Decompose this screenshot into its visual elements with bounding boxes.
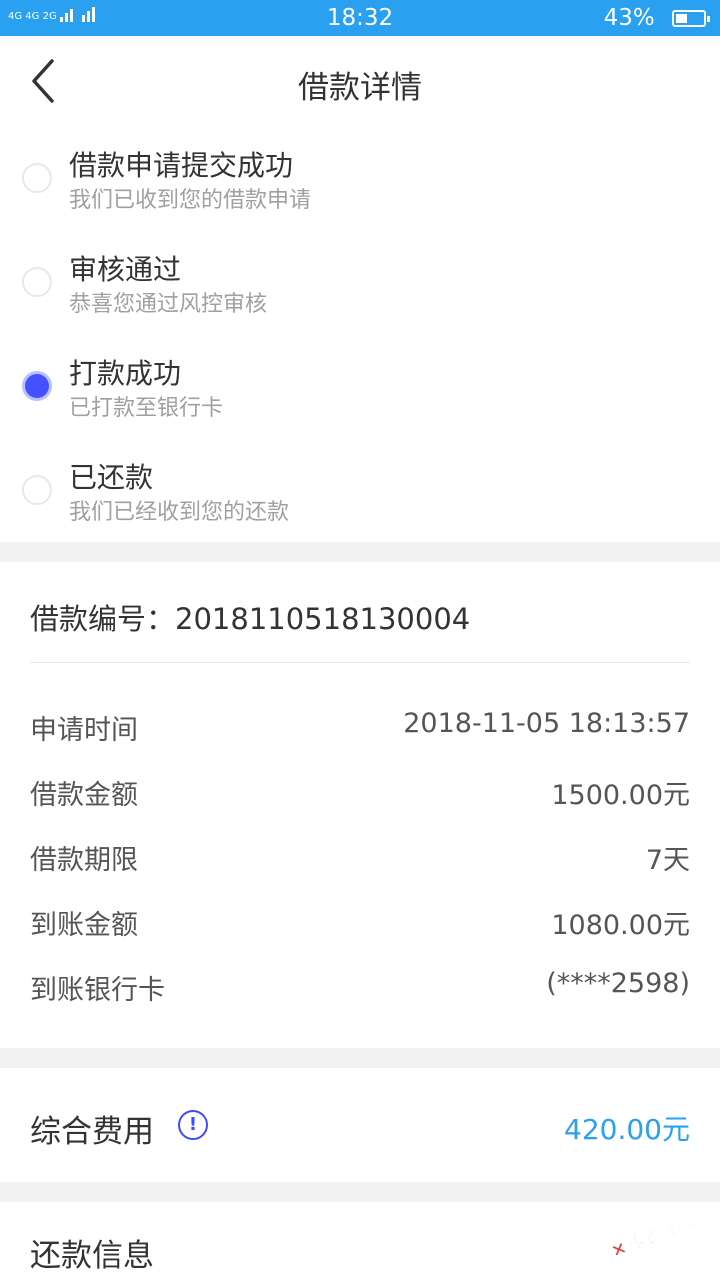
detail-label: 到账金额 [30, 910, 138, 941]
loan-number: 借款编号：2018110518130004 [30, 596, 470, 638]
battery-percent: 43% [603, 5, 655, 31]
detail-value: 1500.00元 [551, 780, 690, 811]
repayment-label: 还款信息 [30, 1238, 154, 1274]
detail-label: 到账银行卡 [30, 975, 165, 1006]
detail-row-loan-amount: 借款金额 1500.00元 [30, 773, 690, 813]
step-submitted: 借款申请提交成功 我们已收到您的借款申请 [0, 126, 720, 230]
progress-steps: 借款申请提交成功 我们已收到您的借款申请 审核通过 恭喜您通过风控审核 打款成功… [0, 126, 720, 542]
battery-indicator: 43% [603, 5, 710, 31]
detail-value: (****2598) [546, 968, 690, 999]
fees-label: 综合费用 [30, 1114, 154, 1150]
step-title: 打款成功 [69, 357, 182, 390]
detail-row-loan-term: 借款期限 7天 [30, 838, 690, 878]
step-subtitle: 恭喜您通过风控审核 [69, 292, 268, 317]
detail-value: 2018-11-05 18:13:57 [403, 708, 690, 739]
page-title: 借款详情 [298, 70, 422, 106]
step-subtitle: 已打款至银行卡 [69, 396, 224, 421]
detail-row-apply-time: 申请时间 2018-11-05 18:13:57 [30, 708, 690, 748]
fees-card[interactable]: 综合费用 ! 420.00元 [0, 1068, 720, 1182]
step-radio-icon [22, 163, 52, 193]
battery-icon [672, 10, 710, 27]
detail-label: 借款期限 [30, 845, 138, 876]
app-header: 借款详情 [0, 36, 720, 126]
step-repaid: 已还款 我们已经收到您的还款 [0, 438, 720, 542]
loan-number-value: 2018110518130004 [175, 602, 471, 636]
step-subtitle: 我们已经收到您的还款 [69, 500, 290, 525]
detail-label: 申请时间 [30, 715, 138, 746]
watermark-text: 卡农社区 [625, 1211, 696, 1256]
svg-text:✕: ✕ [609, 1239, 630, 1262]
step-title: 借款申请提交成功 [69, 149, 294, 182]
step-approved: 审核通过 恭喜您通过风控审核 [0, 230, 720, 334]
step-paid-out: 打款成功 已打款至银行卡 [0, 334, 720, 438]
detail-value: 1080.00元 [551, 910, 690, 941]
detail-label: 借款金额 [30, 780, 138, 811]
step-title: 已还款 [69, 461, 154, 494]
status-bar: 4G 4G 2G 18:32 43% [0, 0, 720, 36]
step-radio-icon [22, 267, 52, 297]
battery-level [676, 14, 687, 23]
step-radio-active-icon [22, 371, 52, 401]
divider [30, 662, 690, 663]
step-title: 审核通过 [69, 253, 182, 286]
loan-details-card: 借款编号：2018110518130004 申请时间 2018-11-05 18:… [0, 562, 720, 1048]
detail-value: 7天 [645, 845, 690, 876]
step-radio-icon [22, 475, 52, 505]
detail-row-bank-card: 到账银行卡 (****2598) [30, 968, 690, 1008]
step-subtitle: 我们已收到您的借款申请 [69, 188, 312, 213]
detail-row-received-amount: 到账金额 1080.00元 [30, 903, 690, 943]
info-icon[interactable]: ! [178, 1110, 208, 1140]
fees-value: 420.00元 [564, 1113, 690, 1146]
loan-number-label: 借款编号： [30, 602, 176, 636]
watermark-logo: ✕ 卡农社区 [609, 1210, 697, 1262]
